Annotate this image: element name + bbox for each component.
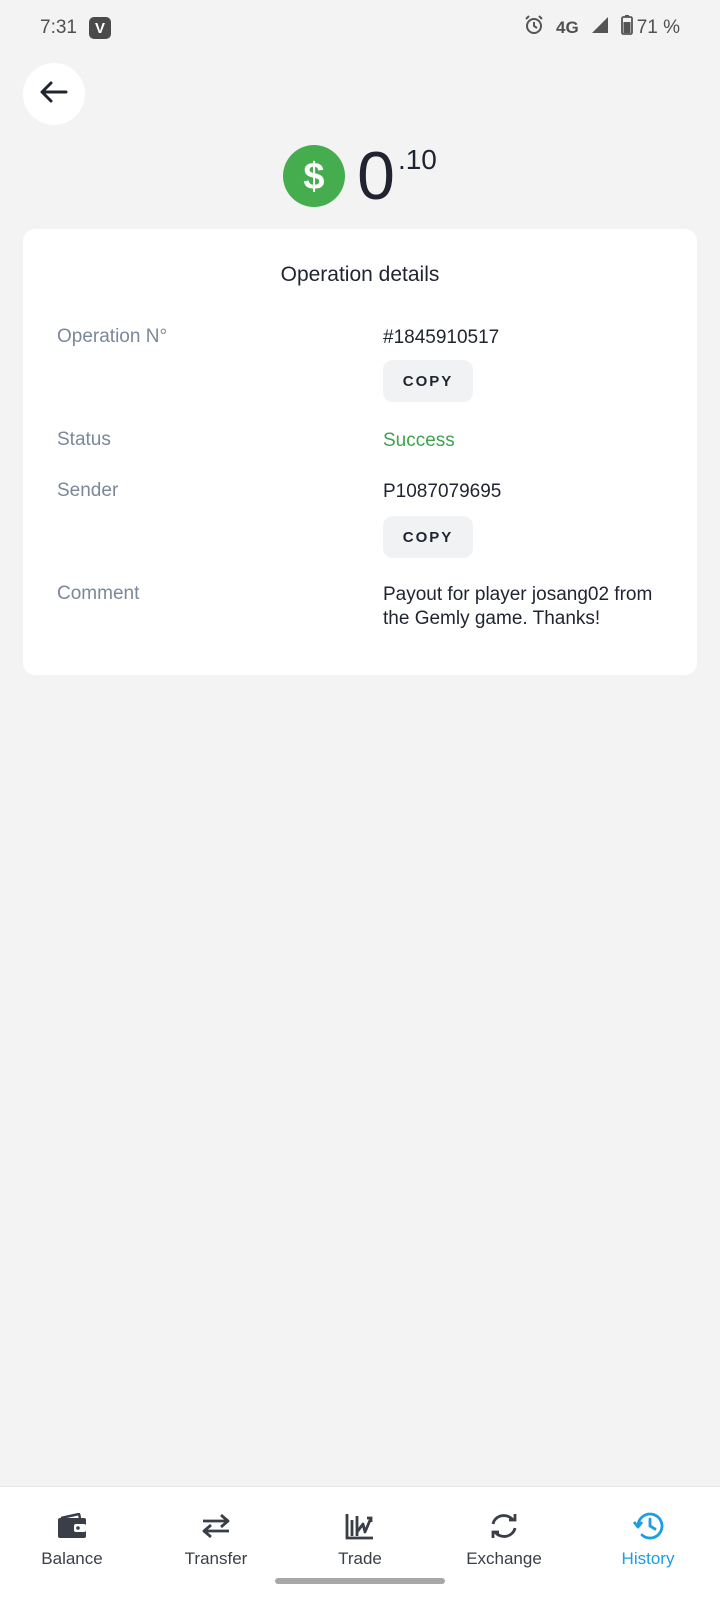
svg-text:$: $ [304,156,325,196]
comment-value: Payout for player josang02 from the Geml… [383,584,653,629]
nav-trade[interactable]: Trade [288,1487,432,1577]
operation-number-label: Operation N° [57,326,168,347]
nav-balance-label: Balance [41,1549,103,1568]
status-left: 7:31 V [40,17,111,39]
nav-exchange[interactable]: Exchange [432,1487,576,1577]
card-title: Operation details [280,263,440,286]
app-badge-icon: V [88,17,111,39]
battery-icon [620,15,633,41]
nav-exchange-label: Exchange [466,1549,542,1568]
transfer-icon [201,1511,231,1541]
nav-history[interactable]: History [576,1487,720,1577]
battery: 71 % [620,15,680,41]
home-indicator[interactable] [275,1578,445,1584]
nav-transfer-label: Transfer [184,1549,248,1568]
amount-integer: 0 [357,138,395,214]
arrow-left-icon [40,81,68,108]
network-type: 4G [556,18,579,37]
sender-label: Sender [57,480,119,501]
nav-transfer[interactable]: Transfer [144,1487,288,1577]
status-time: 7:31 [40,17,77,38]
trade-icon [345,1511,375,1541]
nav-history-label: History [621,1549,675,1568]
comment-label: Comment [57,583,140,604]
operation-number-value: #1845910517 [383,327,500,348]
wallet-icon [57,1511,87,1541]
amount-fraction: .10 [397,144,437,175]
status-label: Status [57,429,111,450]
status-bar: 7:31 V 4G 71 % [0,0,720,56]
amount-display: $ 0 .10 [0,140,720,212]
signal-icon [591,16,609,40]
copy-operation-button[interactable]: COPY [383,360,473,402]
battery-level: 71 % [636,17,680,38]
alarm-icon [524,15,544,41]
sender-value: P1087079695 [383,481,502,502]
exchange-icon [489,1511,519,1541]
status-value: Success [383,430,455,451]
dollar-icon: $ [283,145,346,207]
status-right: 4G 71 % [524,15,680,41]
back-button[interactable] [23,63,85,125]
copy-sender-button[interactable]: COPY [383,516,473,558]
nav-balance[interactable]: Balance [0,1487,144,1577]
history-icon [632,1511,664,1541]
nav-trade-label: Trade [338,1549,382,1568]
operation-details-card: Operation details Operation N° #18459105… [23,229,697,675]
